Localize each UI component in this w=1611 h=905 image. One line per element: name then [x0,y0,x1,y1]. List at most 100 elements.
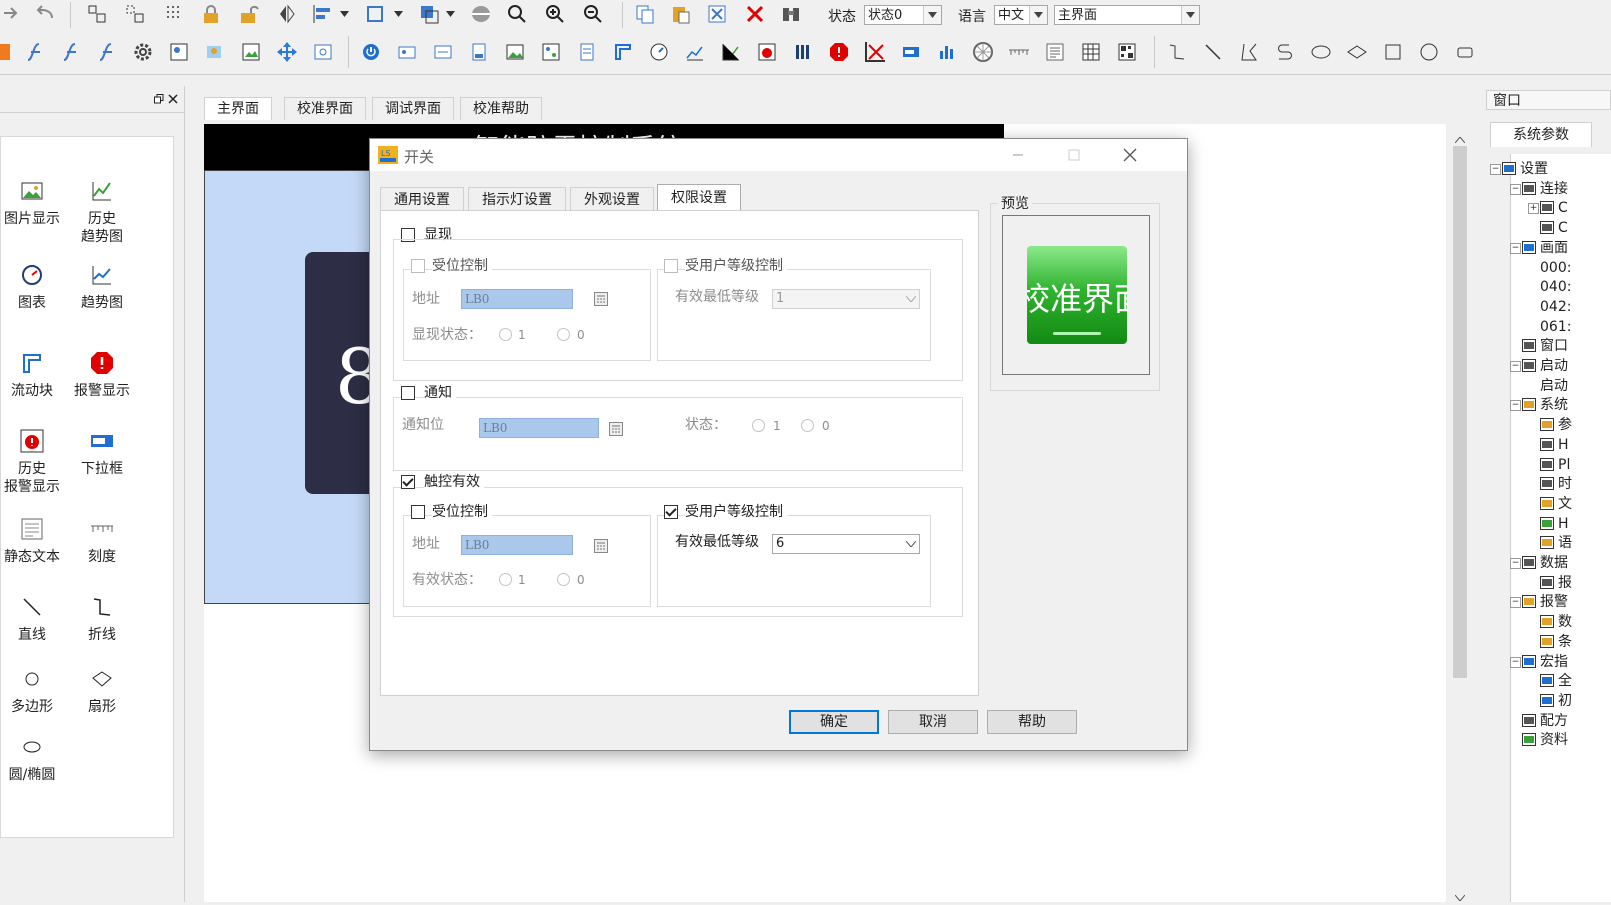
tree-item[interactable]: 启动 [1540,357,1568,375]
notify-checkbox[interactable] [401,386,415,400]
dial-icon[interactable] [972,41,994,63]
language-select[interactable]: 中文 [994,5,1048,25]
tree-item[interactable]: 报 [1558,574,1572,592]
tool-scale[interactable]: 刻度 [62,516,142,566]
tree-item[interactable]: C [1558,199,1568,217]
tree-item[interactable]: 040: [1540,278,1571,296]
move-icon[interactable] [276,41,298,63]
collapse-icon[interactable]: − [1510,657,1521,668]
tree-item[interactable]: Pl [1558,456,1570,474]
tab-calibration[interactable]: 校准界面 [284,97,366,120]
tool-ellipse[interactable]: 圆/椭圆 [0,734,72,784]
circle-icon[interactable] [1418,41,1440,63]
tree-item[interactable]: 文 [1558,495,1572,513]
lock-icon[interactable] [200,3,222,25]
touch-level-select[interactable]: 6 [772,534,920,554]
notify-bit-field[interactable]: LB0 [479,418,599,438]
tree-item[interactable]: H [1558,515,1569,533]
tree-item[interactable]: 资料 [1540,731,1568,749]
collapse-icon[interactable]: − [1510,184,1521,195]
image-frame-icon[interactable] [168,41,190,63]
script-c-icon[interactable] [96,41,118,63]
help-button[interactable]: 帮助 [987,710,1077,734]
cancel-button[interactable]: 取消 [888,710,978,734]
tree-item[interactable]: 宏指 [1540,653,1568,671]
line-icon[interactable] [1202,41,1224,63]
tab-debug[interactable]: 调试界面 [372,97,454,120]
tab-calibration-help[interactable]: 校准帮助 [460,97,542,120]
show-state-radio-1[interactable] [499,328,512,341]
alarm-icon[interactable] [828,41,850,63]
tab-general-settings[interactable]: 通用设置 [380,187,464,212]
cut-icon[interactable] [706,3,728,25]
collapse-icon[interactable]: − [1510,361,1521,372]
power-button-icon[interactable] [360,41,382,63]
tab-main[interactable]: 主界面 [204,97,272,120]
tree-item[interactable]: 初 [1558,692,1572,710]
recipe-icon[interactable] [576,41,598,63]
touch-state-radio-1[interactable] [499,573,512,586]
gear-icon[interactable] [132,41,154,63]
tool-sector[interactable]: 扇形 [62,666,142,716]
touch-user-level-checkbox[interactable] [664,505,678,519]
show-bit-control-checkbox[interactable] [411,259,425,273]
tab-system-params[interactable]: 系统参数 [1490,122,1592,147]
tree-item[interactable]: 连接 [1540,180,1568,198]
history-trend-icon[interactable] [720,41,742,63]
ok-button[interactable]: 确定 [789,710,879,734]
text-input-icon[interactable] [468,41,490,63]
align-icon[interactable] [312,3,334,25]
script-icon[interactable] [0,41,10,63]
expand-icon[interactable]: + [1528,203,1539,214]
tool-history-trend[interactable]: 历史 趋势图 [62,178,142,246]
collapse-icon[interactable]: − [1510,597,1521,608]
scale-icon[interactable] [1008,41,1030,63]
script-a-icon[interactable] [24,41,46,63]
tree-item[interactable]: 061: [1540,318,1571,336]
gauge-icon[interactable] [648,41,670,63]
zoom-in-icon[interactable] [544,3,566,25]
flip-icon[interactable] [276,3,298,25]
tab-permission-settings[interactable]: 权限设置 [657,184,741,212]
xy-plot-icon[interactable] [864,41,886,63]
tree-item[interactable]: 启动 [1540,377,1568,395]
show-state-radio-0[interactable] [557,328,570,341]
binoculars-icon[interactable] [780,3,802,25]
copy-icon[interactable] [634,3,656,25]
collapse-icon[interactable]: − [1510,400,1521,411]
tree-item[interactable]: 数据 [1540,554,1568,572]
layer-dropdown-icon[interactable] [444,3,456,25]
polygon-tool-icon[interactable] [1238,41,1260,63]
calculator-icon[interactable] [609,422,623,436]
touch-addr-field[interactable]: LB0 [461,535,573,555]
picture-icon[interactable] [504,41,526,63]
static-text-icon[interactable] [1044,41,1066,63]
ellipse-icon[interactable] [1310,41,1332,63]
minimize-icon[interactable] [1008,145,1030,165]
bar-graph-icon[interactable] [792,41,814,63]
tree-item[interactable]: C [1558,219,1568,237]
tree-item[interactable]: 配方 [1540,712,1568,730]
web-icon[interactable] [312,41,334,63]
screen-select[interactable]: 主界面 [1054,5,1200,25]
tree-item[interactable]: 参 [1558,416,1572,434]
group-icon[interactable] [86,3,108,25]
notify-state-radio-1[interactable] [752,419,765,432]
calculator-icon[interactable] [594,539,608,553]
alarm-history-icon[interactable] [756,41,778,63]
tool-alarm[interactable]: 报警显示 [62,350,142,400]
tab-appearance-settings[interactable]: 外观设置 [570,187,654,212]
collapse-icon[interactable]: − [1490,164,1501,175]
zoom-out-icon[interactable] [582,3,604,25]
rounded-rect-icon[interactable] [1454,41,1476,63]
flow-block-icon[interactable] [612,41,634,63]
tree-item[interactable]: 条 [1558,633,1572,651]
notify-state-radio-0[interactable] [801,419,814,432]
tree-item[interactable]: 000: [1540,259,1571,277]
tab-indicator-settings[interactable]: 指示灯设置 [468,187,566,212]
paste-icon[interactable] [670,3,692,25]
dropdown-icon[interactable] [900,41,922,63]
show-user-level-checkbox[interactable] [664,259,678,273]
tree-item[interactable]: H [1558,436,1569,454]
tree-item[interactable]: 时 [1558,475,1572,493]
